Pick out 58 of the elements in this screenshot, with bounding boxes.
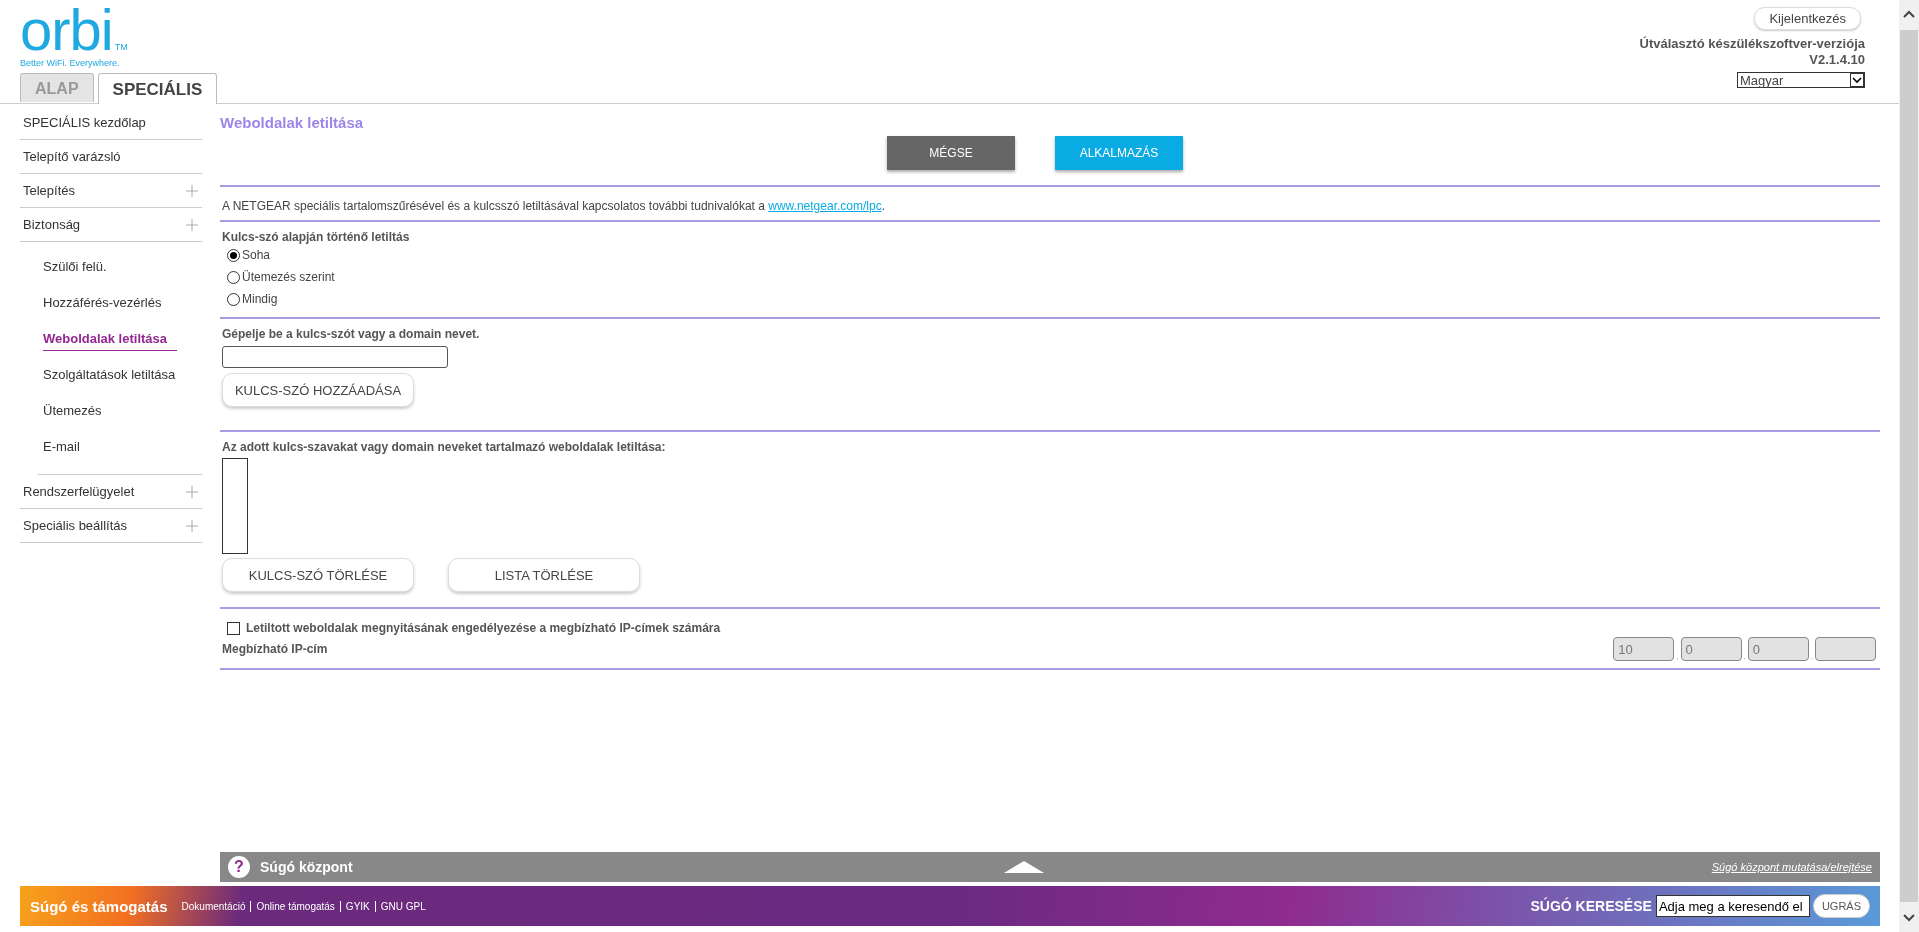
help-icon: ? — [228, 856, 250, 878]
radio-button[interactable] — [227, 292, 240, 306]
sidebar-subitem[interactable]: Ütemezés — [43, 402, 102, 418]
expand-arrow-icon[interactable] — [1003, 861, 1044, 873]
list-button[interactable]: LISTA TÖRLÉSE — [448, 558, 640, 592]
radio-label[interactable]: Soha — [242, 248, 271, 262]
help-toggle-link[interactable]: Súgó központ mutatása/elrejtése — [1711, 861, 1872, 873]
sidebar-item[interactable]: Rendszerfelügyelet — [23, 484, 135, 499]
sidebar-item[interactable]: Telepítés — [23, 183, 76, 198]
ip-separator: . — [1810, 652, 1813, 661]
trademark-mark: TM — [114, 42, 128, 52]
firmware-label: Útválasztó készülékszoftver-verziója — [1639, 36, 1865, 52]
footer-link[interactable]: GNU GPL — [374, 900, 431, 912]
ip-separator: . — [1676, 652, 1679, 661]
checkbox-label[interactable]: Letiltott weboldalak megnyitásának engedélyezése a megbízható IP-címek számára — [246, 621, 721, 635]
radio-label[interactable]: Mindig — [242, 292, 278, 306]
help-title: Súgó központ — [260, 859, 353, 875]
sidebar-item[interactable]: SPECIÁLIS kezdőlap — [23, 115, 146, 130]
radio-button[interactable] — [227, 270, 240, 284]
keyword-list-box[interactable] — [222, 458, 248, 554]
footer-title: Súgó és támogatás — [30, 897, 168, 915]
footer-link[interactable]: GYIK — [339, 900, 375, 912]
add-keyword-button[interactable]: KULCS-SZÓ HOZZÁADÁSA — [222, 373, 414, 407]
scroll-up-icon[interactable] — [1903, 10, 1915, 18]
list-button[interactable]: KULCS-SZÓ TÖRLÉSE — [222, 558, 414, 592]
tab[interactable]: SPECIÁLIS — [97, 73, 218, 104]
sidebar-item[interactable]: Biztonság — [23, 217, 81, 232]
help-search-field[interactable]: Adja meg a keresendő el — [1655, 895, 1810, 917]
ip-label: Megbízható IP-cím — [222, 642, 328, 656]
logo-wordmark: orbi — [20, 8, 113, 52]
sidebar-subitem[interactable]: Szolgáltatások letiltása — [43, 366, 176, 382]
section-label: Az adott kulcs-szavakat vagy domain neveket tartalmazó weboldalak letiltása: — [222, 440, 667, 454]
keyword-input-field[interactable] — [222, 346, 448, 368]
sidebar-subitem[interactable]: E-mail — [43, 438, 80, 454]
sidebar-subitem[interactable]: Weboldalak letiltása — [43, 331, 178, 351]
sidebar-item[interactable]: Telepítő varázsló — [23, 149, 121, 164]
go-button[interactable]: UGRÁS — [1812, 894, 1870, 918]
scrollbar[interactable] — [1899, 0, 1919, 932]
checkbox[interactable] — [227, 621, 240, 635]
scroll-down-icon[interactable] — [1903, 914, 1915, 922]
info-text: A NETGEAR speciális tartalomszűrésével és a kulcsszó letiltásával kapcsolatos további tudnivalókat a www.netgear.com/lpc. — [221, 198, 886, 215]
firmware-version: V2.1.4.10 — [1809, 52, 1865, 68]
footer-link[interactable]: Dokumentáció — [181, 900, 251, 912]
section-label: Gépelje be a kulcs-szót vagy a domain nevet. — [222, 327, 481, 341]
sidebar-item[interactable]: Speciális beállítás — [23, 518, 128, 533]
language-select[interactable]: Magyar — [1737, 72, 1865, 88]
radio-button[interactable] — [227, 248, 240, 262]
section-label: Kulcs-szó alapján történő letiltás — [222, 230, 411, 244]
action-button[interactable]: MÉGSE — [887, 136, 1015, 170]
logo-tagline: Better WiFi. Everywhere. — [20, 58, 121, 68]
radio-label[interactable]: Ütemezés szerint — [242, 270, 335, 284]
sidebar-subitem[interactable]: Szülői felü. — [43, 258, 107, 274]
sidebar-subitem[interactable]: Hozzáférés-vezérlés — [43, 294, 162, 310]
ip-separator: . — [1743, 652, 1746, 661]
logout-button[interactable]: Kijelentkezés — [1754, 7, 1861, 30]
search-label: SÚGÓ KERESÉSE — [1530, 898, 1652, 914]
page-title: Weboldalak letiltása — [220, 114, 365, 131]
footer-link[interactable]: Online támogatás — [250, 900, 340, 912]
